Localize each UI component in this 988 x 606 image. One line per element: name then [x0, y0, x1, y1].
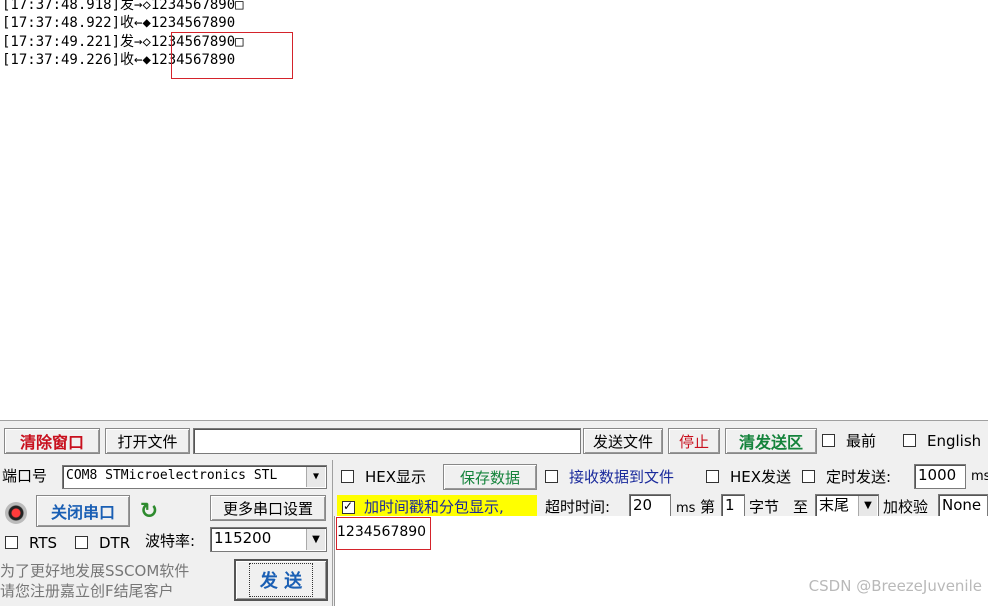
hex-display-label: HEX显示 — [365, 468, 427, 486]
topmost-checkbox[interactable] — [822, 434, 835, 447]
chevron-down-icon[interactable]: ▼ — [858, 496, 877, 516]
recv-to-file-label: 接收数据到文件 — [569, 468, 675, 486]
timestamp-checkbox[interactable] — [342, 499, 355, 514]
refresh-icon[interactable]: ↻ — [137, 500, 161, 524]
nth-label: 第 — [700, 498, 716, 516]
stop-button[interactable]: 停止 — [668, 428, 720, 454]
port-status-indicator-icon — [5, 502, 27, 524]
timestamp-label: 加时间戳和分包显示, — [364, 498, 504, 516]
recv-to-file-checkbox[interactable] — [545, 470, 558, 483]
watermark: CSDN @BreezeJuvenile — [808, 577, 982, 595]
promo-line-2: 请您注册嘉立创F结尾客户 — [0, 582, 174, 600]
rts-label: RTS — [29, 534, 58, 552]
dtr-label: DTR — [99, 534, 131, 552]
chevron-down-icon[interactable]: ▼ — [306, 467, 325, 487]
chevron-down-icon[interactable]: ▼ — [306, 529, 325, 550]
to-label: 至 — [793, 498, 809, 516]
send-button[interactable]: 发 送 — [234, 559, 328, 601]
timed-send-label: 定时发送: — [826, 468, 892, 486]
timed-unit-label: ms — [971, 469, 988, 484]
open-file-button[interactable]: 打开文件 — [105, 428, 190, 454]
baud-label: 波特率: — [145, 532, 196, 550]
timed-send-checkbox[interactable] — [802, 470, 815, 483]
receive-log[interactable]: [17:37:48.918]发→◇1234567890□ [17:37:48.9… — [0, 0, 988, 420]
byte-label: 字节 — [749, 498, 780, 516]
close-port-button[interactable]: 关闭串口 — [36, 495, 130, 527]
highlight-box — [336, 517, 431, 550]
hex-send-label: HEX发送 — [730, 468, 792, 486]
send-file-button[interactable]: 发送文件 — [583, 428, 663, 454]
highlight-box — [171, 32, 293, 79]
checksum-label: 加校验 — [883, 498, 929, 516]
save-data-button[interactable]: 保存数据 — [443, 464, 537, 490]
hex-display-checkbox[interactable] — [341, 470, 354, 483]
checksum-select[interactable]: None — [938, 494, 988, 518]
hex-send-checkbox[interactable] — [706, 470, 719, 483]
baud-rate-select[interactable]: 115200 ▼ — [210, 527, 327, 552]
column-divider — [332, 460, 333, 606]
dtr-checkbox[interactable] — [75, 536, 88, 549]
log-line: [17:37:48.922]收←◆1234567890 — [2, 15, 236, 31]
timeout-label: 超时时间: — [545, 498, 611, 516]
promo-line-1: 为了更好地发展SSCOM软件 — [0, 562, 190, 580]
english-checkbox[interactable] — [903, 434, 916, 447]
timeout-input[interactable]: 20 — [629, 494, 671, 518]
clear-send-area-button[interactable]: 清发送区 — [725, 428, 817, 454]
log-line: [17:37:48.918]发→◇1234567890□ — [2, 0, 244, 13]
topmost-label: 最前 — [846, 432, 877, 450]
timed-send-interval-input[interactable]: 1000 — [914, 464, 966, 489]
file-path-input[interactable] — [193, 428, 581, 454]
rts-checkbox[interactable] — [5, 536, 18, 549]
clear-window-button[interactable]: 清除窗口 — [4, 428, 100, 454]
byte-end-select[interactable]: 末尾 ▼ — [815, 494, 879, 518]
byte-start-input[interactable]: 1 — [721, 494, 745, 518]
port-label: 端口号 — [2, 467, 48, 485]
more-port-settings-button[interactable]: 更多串口设置 — [210, 495, 326, 521]
port-select[interactable]: COM8 STMicroelectronics STL ▼ — [62, 465, 327, 489]
english-label: English — [927, 432, 982, 450]
